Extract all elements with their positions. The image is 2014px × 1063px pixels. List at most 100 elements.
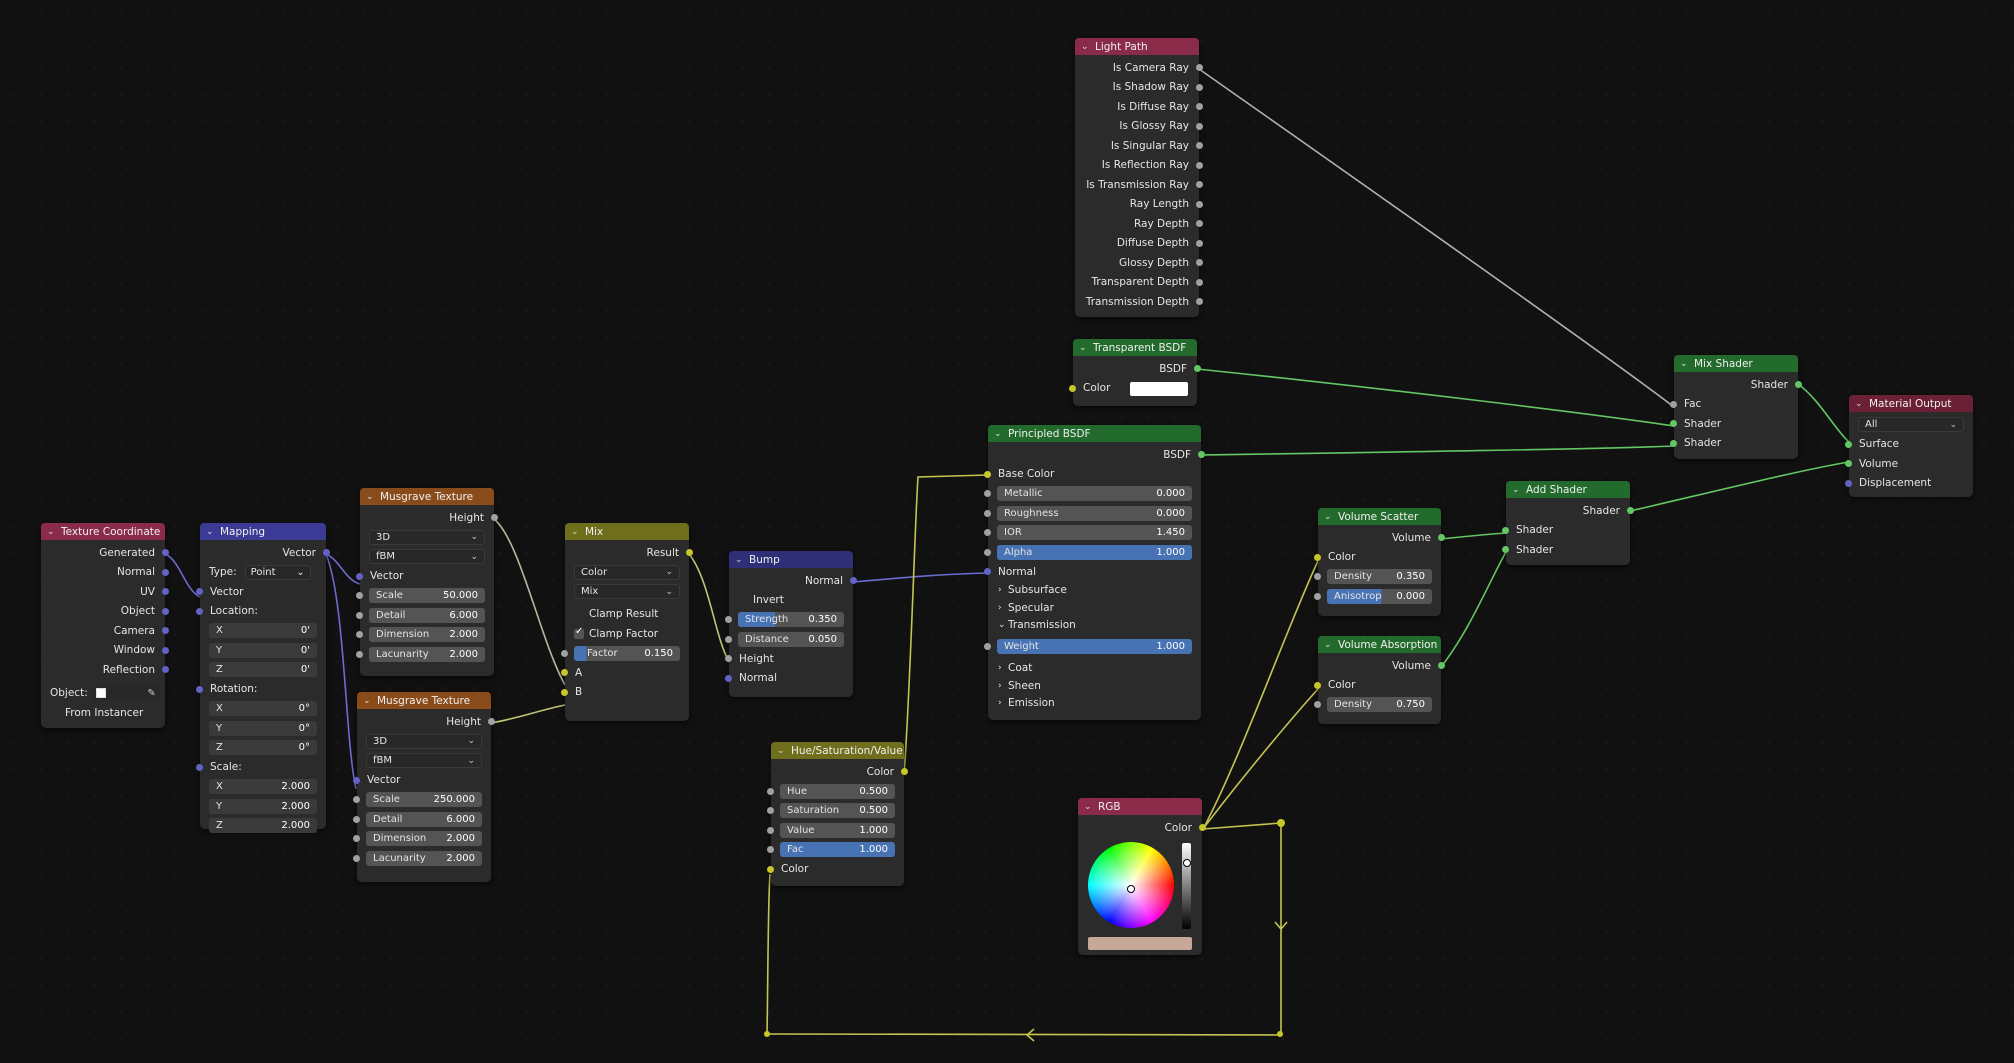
collapse-chevron-icon[interactable]: ⌄ xyxy=(206,527,215,537)
socket-in[interactable] xyxy=(1314,553,1321,561)
saturation-field[interactable]: Saturation 0.500 xyxy=(767,801,904,821)
lacunarity-field[interactable]: Lacunarity 2.000 xyxy=(356,645,494,665)
socket-in[interactable] xyxy=(356,631,363,638)
invert-checkbox[interactable] xyxy=(738,595,748,606)
collapse-chevron-icon[interactable]: ⌄ xyxy=(1324,640,1333,650)
volume-scatter-node[interactable]: ⌄ Volume Scatter Volume Color Density 0.35… xyxy=(1314,508,1445,616)
detail-field[interactable]: Detail 6.000 xyxy=(356,606,494,626)
socket-out[interactable] xyxy=(1198,451,1205,458)
strength-field[interactable]: Strength 0.350 xyxy=(725,610,853,630)
node-header[interactable]: ⌄ Light Path xyxy=(1075,38,1199,55)
socket-in[interactable] xyxy=(196,763,203,771)
collapse-chevron-icon[interactable]: ⌄ xyxy=(994,429,1003,439)
panel-emission[interactable]: › Emission xyxy=(988,695,1201,713)
socket-out[interactable] xyxy=(162,568,169,576)
musgrave-texture-node-1[interactable]: ⌄ Musgrave Texture Height 3D ⌄ fBM ⌄ Vector… xyxy=(356,488,498,676)
density-field[interactable]: Density 0.750 xyxy=(1314,695,1441,715)
texture-coordinate-node[interactable]: ⌄ Texture Coordinate Generated Normal UV … xyxy=(41,523,169,728)
socket-in[interactable] xyxy=(984,643,991,650)
mix-shader-node[interactable]: ⌄ Mix Shader Shader Fac Shader Shader xyxy=(1670,355,1802,459)
socket-in[interactable] xyxy=(767,846,774,853)
socket-out[interactable] xyxy=(850,577,857,584)
collapse-chevron-icon[interactable]: ⌄ xyxy=(1081,42,1090,52)
collapse-chevron-icon[interactable]: ⌄ xyxy=(735,555,744,565)
reroute-point-bottom-right[interactable] xyxy=(1277,1031,1283,1037)
data-type-dropdown[interactable]: Color ⌄ xyxy=(565,563,689,583)
node-header[interactable]: ⌄ Mapping xyxy=(200,523,326,540)
socket-out[interactable] xyxy=(1196,103,1203,110)
hue-field[interactable]: Hue 0.500 xyxy=(767,782,904,802)
socket-in[interactable] xyxy=(1314,592,1321,600)
invert-row[interactable]: Invert xyxy=(729,591,853,611)
socket-in[interactable] xyxy=(353,815,360,823)
socket-in[interactable] xyxy=(1314,573,1321,580)
panel-coat[interactable]: › Coat xyxy=(988,660,1201,678)
socket-in[interactable] xyxy=(353,796,360,803)
mapping-node[interactable]: ⌄ Mapping Vector Type: Point ⌄ Vector Loca… xyxy=(196,523,330,833)
type-dropdown[interactable]: Point ⌄ xyxy=(244,564,311,580)
socket-out[interactable] xyxy=(901,768,908,775)
blend-dropdown[interactable]: Mix ⌄ xyxy=(565,582,689,602)
location-y[interactable]: Y 0' xyxy=(200,641,326,661)
clamp-factor-row[interactable]: Clamp Factor xyxy=(565,624,689,644)
collapse-chevron-icon[interactable]: ⌄ xyxy=(363,696,372,706)
socket-out[interactable] xyxy=(1196,181,1203,188)
node-header[interactable]: ⌄ Add Shader xyxy=(1506,481,1630,498)
collapse-chevron-icon[interactable]: ⌄ xyxy=(366,492,375,502)
socket-out[interactable] xyxy=(162,646,169,654)
socket-in[interactable] xyxy=(767,807,774,814)
clamp-result-checkbox[interactable] xyxy=(574,609,584,620)
panel-sheen[interactable]: › Sheen xyxy=(988,677,1201,695)
socket-in[interactable] xyxy=(725,655,732,662)
socket-out[interactable] xyxy=(1196,64,1203,71)
socket-in[interactable] xyxy=(1845,460,1852,467)
panel-subsurface[interactable]: › Subsurface xyxy=(988,582,1201,600)
type-dropdown[interactable]: fBM ⌄ xyxy=(357,751,491,771)
value-field[interactable]: Value 1.000 xyxy=(767,821,904,841)
collapse-chevron-icon[interactable]: ⌄ xyxy=(1680,359,1689,369)
socket-in[interactable] xyxy=(1502,526,1509,534)
collapse-chevron-icon[interactable]: ⌄ xyxy=(1324,512,1333,522)
socket-in[interactable] xyxy=(356,592,363,599)
collapse-chevron-icon[interactable]: ⌄ xyxy=(777,746,786,756)
scale-field[interactable]: Scale 250.000 xyxy=(353,790,491,810)
socket-out[interactable] xyxy=(1795,381,1802,388)
roughness-field[interactable]: Roughness 0.000 xyxy=(984,504,1201,524)
socket-in[interactable] xyxy=(767,826,774,834)
socket-out[interactable] xyxy=(1438,662,1445,669)
socket-out[interactable] xyxy=(491,514,498,521)
node-header[interactable]: ⌄ Musgrave Texture xyxy=(357,692,491,709)
socket-in[interactable] xyxy=(767,787,774,795)
socket-in[interactable] xyxy=(767,865,774,873)
light-path-node[interactable]: ⌄ Light Path Is Camera Ray Is Shadow Ray … xyxy=(1075,38,1203,317)
clamp-result-row[interactable]: Clamp Result xyxy=(565,605,689,625)
scale-z[interactable]: Z 2.000 xyxy=(200,816,326,836)
collapse-chevron-icon[interactable]: ⌄ xyxy=(1512,485,1521,495)
node-header[interactable]: ⌄ RGB xyxy=(1078,798,1202,815)
socket-in[interactable] xyxy=(561,688,568,696)
socket-in[interactable] xyxy=(984,509,991,517)
collapse-chevron-icon[interactable]: ⌄ xyxy=(1079,343,1088,353)
target-dropdown[interactable]: All ⌄ xyxy=(1849,415,1973,435)
socket-in[interactable] xyxy=(984,568,991,575)
value-slider-knob[interactable] xyxy=(1183,859,1191,867)
socket-in[interactable] xyxy=(356,572,363,580)
factor-field[interactable]: Factor 0.150 xyxy=(561,644,689,664)
weight-field[interactable]: Weight 1.000 xyxy=(984,637,1201,657)
principled-bsdf-node[interactable]: ⌄ Principled BSDF BSDF Base Color Metalli… xyxy=(984,425,1205,720)
socket-out[interactable] xyxy=(1196,278,1203,286)
socket-in[interactable] xyxy=(984,490,991,497)
object-field[interactable]: ✎ xyxy=(91,685,160,701)
collapse-chevron-icon[interactable]: ⌄ xyxy=(47,527,56,537)
rgb-node[interactable]: ⌄ RGB Color xyxy=(1078,798,1206,955)
panel-specular[interactable]: › Specular xyxy=(988,599,1201,617)
type-dropdown[interactable]: fBM ⌄ xyxy=(360,547,494,567)
ior-field[interactable]: IOR 1.450 xyxy=(984,523,1201,543)
dimension-field[interactable]: Dimension 2.000 xyxy=(356,625,494,645)
node-header[interactable]: ⌄ Transparent BSDF xyxy=(1073,339,1197,356)
location-x[interactable]: X 0' xyxy=(200,621,326,641)
socket-in[interactable] xyxy=(1314,701,1321,708)
dimension-field[interactable]: Dimension 2.000 xyxy=(353,829,491,849)
socket-in[interactable] xyxy=(1670,420,1677,427)
anisotropy-field[interactable]: Anisotrop 0.000 xyxy=(1314,587,1441,607)
